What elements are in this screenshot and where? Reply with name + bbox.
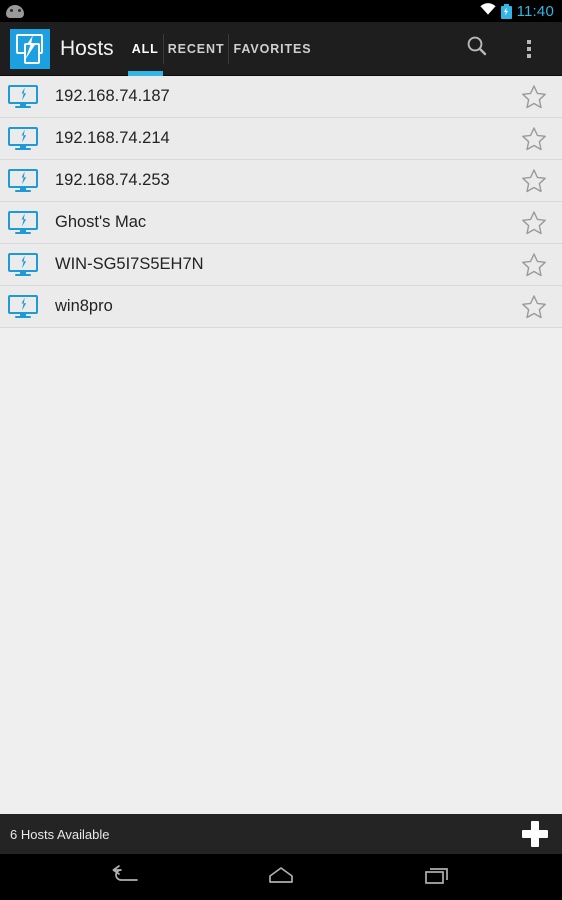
star-outline-icon: [520, 83, 548, 111]
wifi-icon: [479, 2, 496, 20]
host-count-status: 6 Hosts Available: [10, 826, 110, 842]
tab-bar: ALL RECENT FAVORITES: [127, 22, 452, 76]
tab-recent-label: RECENT: [167, 41, 225, 56]
host-name: 192.168.74.214: [55, 129, 170, 147]
star-outline-icon: [520, 209, 548, 237]
overflow-menu-button[interactable]: [504, 22, 554, 76]
host-name: 192.168.74.253: [55, 171, 170, 189]
status-bar-system-icons: 11:40: [479, 2, 562, 20]
host-icon-cell: [0, 294, 46, 319]
action-bar-actions: [452, 22, 562, 76]
cyanogenmod-head-icon: [6, 4, 24, 18]
host-name: 192.168.74.187: [55, 87, 170, 105]
host-icon-cell: [0, 210, 46, 235]
monitor-bolt-icon: [8, 126, 38, 151]
app-screen: 11:40 Hosts ALL RECENT FAVORITES 192.168…: [0, 0, 562, 900]
host-row[interactable]: 192.168.74.253: [0, 160, 562, 202]
tab-recent-indicator: [164, 71, 229, 76]
status-bar-notifications: [0, 4, 480, 18]
star-outline-icon: [520, 167, 548, 195]
host-icon-cell: [0, 126, 46, 151]
nav-home-button[interactable]: [258, 854, 304, 900]
tab-all-label: ALL: [131, 41, 159, 56]
host-row[interactable]: 192.168.74.214: [0, 118, 562, 160]
monitor-bolt-icon: [8, 168, 38, 193]
favorite-toggle-button[interactable]: [506, 293, 562, 321]
page-title: Hosts: [60, 36, 114, 60]
back-icon: [110, 864, 140, 891]
host-icon-cell: [0, 168, 46, 193]
star-outline-icon: [520, 293, 548, 321]
tab-favorites[interactable]: FAVORITES: [229, 22, 315, 76]
tab-all-indicator: [127, 70, 163, 76]
favorite-toggle-button[interactable]: [506, 125, 562, 153]
nav-back-button[interactable]: [102, 854, 148, 900]
host-row[interactable]: WIN-SG5I7S5EH7N: [0, 244, 562, 286]
host-icon-cell: [0, 84, 46, 109]
host-name: Ghost's Mac: [55, 213, 147, 231]
host-row[interactable]: 192.168.74.187: [0, 76, 562, 118]
monitor-bolt-icon: [8, 294, 38, 319]
overflow-menu-icon: [527, 39, 531, 58]
hosts-app-icon[interactable]: [10, 28, 50, 69]
nav-recents-button[interactable]: [414, 854, 460, 900]
tab-favorites-indicator: [229, 71, 315, 76]
favorite-toggle-button[interactable]: [506, 167, 562, 195]
add-host-button[interactable]: [508, 814, 562, 854]
plus-icon: [522, 821, 548, 847]
tab-favorites-label: FAVORITES: [233, 41, 312, 56]
system-status-bar: 11:40: [0, 0, 562, 22]
host-name: win8pro: [55, 297, 113, 315]
host-name: WIN-SG5I7S5EH7N: [55, 255, 204, 273]
host-row[interactable]: win8pro: [0, 286, 562, 328]
recents-icon: [424, 864, 450, 891]
tab-all[interactable]: ALL: [127, 22, 163, 76]
star-outline-icon: [520, 125, 548, 153]
host-list[interactable]: 192.168.74.187 192.168.74.214 192.168.74.2…: [0, 76, 562, 814]
action-bar: Hosts ALL RECENT FAVORITES: [0, 22, 562, 76]
favorite-toggle-button[interactable]: [506, 209, 562, 237]
battery-charging-icon: [500, 3, 512, 19]
search-button[interactable]: [452, 22, 502, 76]
status-bar-clock: 11:40: [516, 2, 554, 20]
tab-recent[interactable]: RECENT: [164, 22, 229, 76]
host-row[interactable]: Ghost's Mac: [0, 202, 562, 244]
search-icon: [465, 34, 489, 63]
star-outline-icon: [520, 251, 548, 279]
monitor-bolt-icon: [8, 84, 38, 109]
favorite-toggle-button[interactable]: [506, 83, 562, 111]
monitor-bolt-icon: [8, 210, 38, 235]
info-bar: 6 Hosts Available: [0, 814, 562, 854]
home-icon: [268, 865, 294, 890]
host-icon-cell: [0, 252, 46, 277]
favorite-toggle-button[interactable]: [506, 251, 562, 279]
android-nav-bar: [0, 854, 562, 900]
monitor-bolt-icon: [8, 252, 38, 277]
